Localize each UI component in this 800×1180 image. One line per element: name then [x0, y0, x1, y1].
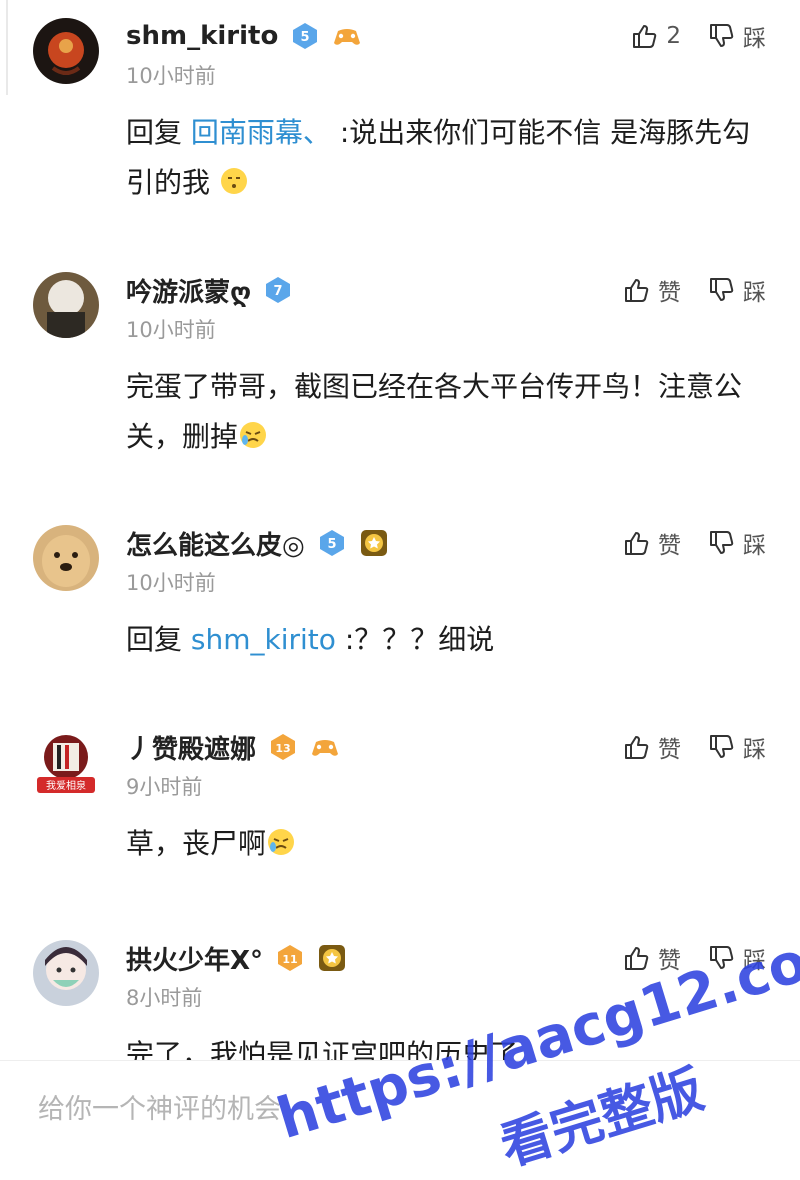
username[interactable]: 吟游派蒙ღ — [126, 272, 251, 309]
user-row: 拱火少年X° 11 — [126, 938, 347, 978]
reply-prefix: 回复 — [126, 116, 191, 149]
thumbs-up-icon — [625, 532, 649, 555]
dislike-label: 踩 — [743, 737, 766, 763]
comment-content: :？？？细说 — [335, 623, 495, 656]
user-row: 丿赞殿遮娜 13 — [126, 727, 340, 767]
avatar[interactable] — [33, 940, 99, 1006]
mention-link[interactable]: 回南雨幕、 — [191, 116, 331, 149]
dislike-label: 踩 — [743, 26, 766, 52]
comment-item: 吟游派蒙ღ 7 10小时前 赞 踩 完蛋了带哥，截图已经在各大平台传开鸟！注意公… — [0, 270, 800, 470]
dislike-button[interactable]: 踩 — [707, 941, 766, 975]
timestamp: 8小时前 — [126, 986, 203, 1010]
comment-content: 完了，我怕是见证宫吧的历史了 — [126, 1038, 519, 1060]
like-label: 赞 — [658, 533, 681, 559]
medal-icon — [359, 528, 389, 558]
level-number: 7 — [274, 284, 283, 299]
crying-face-emoji-icon — [266, 827, 296, 857]
thumbs-up-icon — [625, 947, 649, 970]
user-row: 怎么能这么皮◎ 5 — [126, 523, 389, 563]
like-button[interactable]: 赞 — [622, 273, 681, 307]
dislike-label: 踩 — [743, 280, 766, 306]
username[interactable]: 丿赞殿遮娜 — [126, 729, 256, 766]
dislike-label: 踩 — [743, 948, 766, 974]
comment-item: shm_kirito 5 10小时前 2 踩 回复 回南雨幕、 :说出来你们可能… — [0, 16, 800, 226]
thumbs-down-icon — [710, 946, 734, 969]
like-button[interactable]: 赞 — [622, 526, 681, 560]
like-button[interactable]: 赞 — [622, 941, 681, 975]
comment-text: 草，丧尸啊 — [126, 819, 766, 869]
dislike-button[interactable]: 踩 — [707, 526, 766, 560]
comment-content: 完蛋了带哥，截图已经在各大平台传开鸟！注意公关，删掉 — [126, 370, 743, 453]
comment-item: 怎么能这么皮◎ 5 10小时前 赞 踩 回复 shm_kirito :？？？细说 — [0, 523, 800, 683]
level-number: 5 — [327, 537, 336, 552]
thumbs-down-icon — [710, 24, 734, 47]
level-badge-icon: 11 — [275, 943, 305, 973]
like-button[interactable]: 赞 — [622, 730, 681, 764]
comment-actions: 赞 踩 — [622, 938, 766, 978]
mention-link[interactable]: shm_kirito — [191, 623, 336, 656]
like-button[interactable]: 2 — [630, 22, 681, 50]
thumbs-up-icon — [625, 736, 649, 759]
thumbs-up-icon — [633, 25, 657, 48]
like-label: 赞 — [658, 948, 681, 974]
comment-text: 回复 回南雨幕、 :说出来你们可能不信 是海豚先勾引的我 — [126, 108, 766, 208]
comment-actions: 赞 踩 — [622, 727, 766, 767]
like-count: 2 — [666, 23, 681, 49]
comment-input-bar[interactable]: 给你一个神评的机会 — [0, 1060, 800, 1177]
comment-text: 完蛋了带哥，截图已经在各大平台传开鸟！注意公关，删掉 — [126, 362, 766, 462]
level-number: 5 — [301, 30, 310, 45]
timestamp: 9小时前 — [126, 775, 203, 799]
level-badge-icon: 5 — [317, 528, 347, 558]
comment-item: 我爱相泉 丿赞殿遮娜 13 9小时前 赞 踩 草，丧尸啊 — [0, 727, 800, 897]
comment-actions: 赞 踩 — [622, 270, 766, 310]
avatar[interactable]: 我爱相泉 — [33, 729, 99, 795]
level-number: 13 — [275, 742, 290, 755]
thumbs-down-icon — [710, 531, 734, 554]
reply-prefix: 回复 — [126, 623, 191, 656]
game-controller-icon — [310, 732, 340, 762]
username[interactable]: 拱火少年X° — [126, 940, 263, 977]
avatar-caption: 我爱相泉 — [46, 779, 86, 792]
timestamp: 10小时前 — [126, 318, 216, 342]
avatar[interactable] — [33, 525, 99, 591]
user-row: 吟游派蒙ღ 7 — [126, 270, 293, 310]
comment-list: shm_kirito 5 10小时前 2 踩 回复 回南雨幕、 :说出来你们可能… — [0, 0, 800, 1060]
timestamp: 10小时前 — [126, 64, 216, 88]
comment-item: 拱火少年X° 11 8小时前 赞 踩 完了，我怕是见证宫吧的历史了 — [0, 938, 800, 1060]
thumbs-down-icon — [710, 735, 734, 758]
thumbs-up-icon — [625, 279, 649, 302]
comment-text: 回复 shm_kirito :？？？细说 — [126, 615, 766, 665]
avatar[interactable] — [33, 272, 99, 338]
user-row: shm_kirito 5 — [126, 16, 362, 56]
comment-text: 完了，我怕是见证宫吧的历史了 — [126, 1030, 766, 1060]
level-badge-icon: 13 — [268, 732, 298, 762]
dislike-button[interactable]: 踩 — [707, 730, 766, 764]
sleepy-face-emoji-icon — [219, 166, 249, 196]
comment-input[interactable]: 给你一个神评的机会 — [38, 1087, 281, 1126]
dislike-button[interactable]: 踩 — [707, 273, 766, 307]
medal-icon — [317, 943, 347, 973]
level-badge-icon: 7 — [263, 275, 293, 305]
dislike-label: 踩 — [743, 533, 766, 559]
crying-face-emoji-icon — [238, 420, 268, 450]
comment-actions: 2 踩 — [630, 16, 766, 56]
comment-actions: 赞 踩 — [622, 523, 766, 563]
avatar[interactable] — [33, 18, 99, 84]
username[interactable]: shm_kirito — [126, 21, 278, 51]
game-controller-icon — [332, 21, 362, 51]
timestamp: 10小时前 — [126, 571, 216, 595]
like-label: 赞 — [658, 737, 681, 763]
dislike-button[interactable]: 踩 — [707, 19, 766, 53]
comment-content: 草，丧尸啊 — [126, 827, 267, 860]
level-badge-icon: 5 — [290, 21, 320, 51]
level-number: 11 — [282, 953, 297, 966]
like-label: 赞 — [658, 280, 681, 306]
username[interactable]: 怎么能这么皮◎ — [126, 525, 305, 562]
thumbs-down-icon — [710, 278, 734, 301]
